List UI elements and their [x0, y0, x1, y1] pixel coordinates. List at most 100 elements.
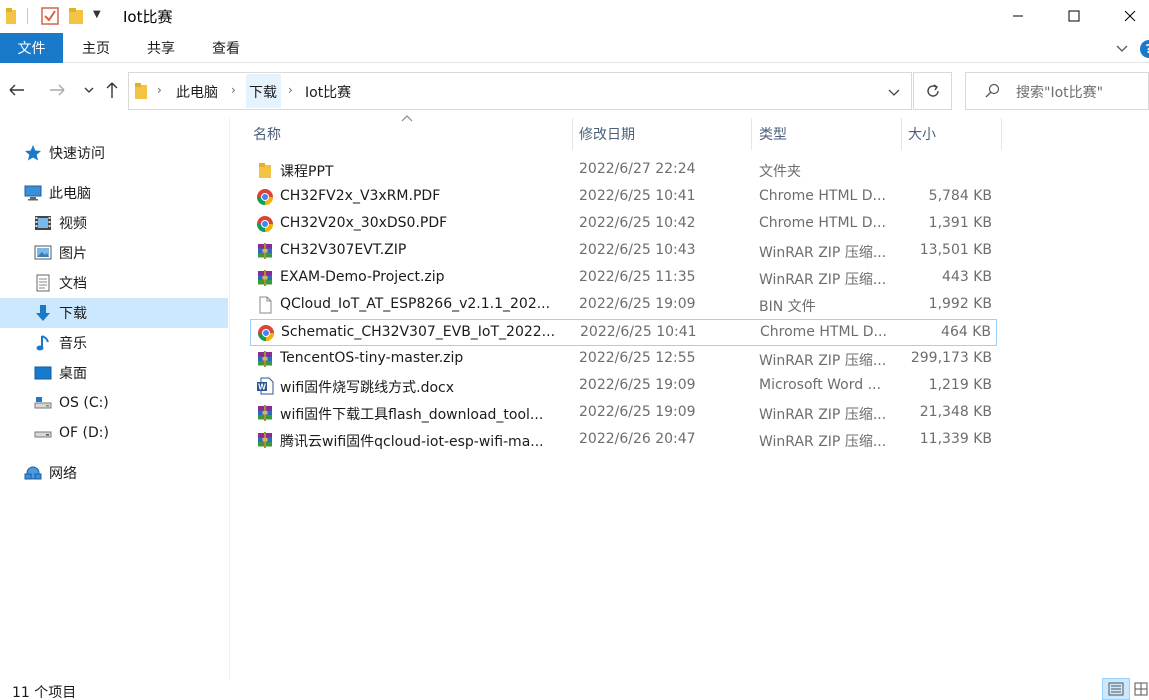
file-row[interactable]: Wwifi固件烧写跳线方式.docx 2022/6/25 19:09 Microso…: [250, 373, 997, 400]
large-icons-view-button[interactable]: [1132, 678, 1149, 700]
address-bar[interactable]: › 此电脑 › 下载 › Iot比赛: [128, 72, 912, 110]
large-icons-view-icon: [1134, 682, 1147, 696]
file-row[interactable]: CH32V20x_30xDS0.PDF 2022/6/25 10:42 Chrome…: [250, 211, 997, 238]
breadcrumb-separator-icon[interactable]: ›: [231, 83, 236, 97]
file-row[interactable]: CH32V307EVT.ZIP 2022/6/25 10:43 WinRAR ZIP…: [250, 238, 997, 265]
breadcrumb-downloads[interactable]: 下载: [249, 82, 277, 102]
sidebar-item-music[interactable]: 音乐: [0, 328, 228, 358]
download-arrow-icon: [34, 304, 52, 322]
file-type: WinRAR ZIP 压缩...: [759, 434, 887, 450]
sidebar-item-videos[interactable]: 视频: [0, 208, 228, 238]
file-size: 11,339 KB: [919, 431, 992, 447]
file-name: EXAM-Demo-Project.zip: [280, 269, 445, 285]
file-modified-date: 2022/6/25 10:41: [580, 324, 697, 340]
column-divider[interactable]: [751, 118, 752, 150]
sidebar-item-label: 网络: [49, 466, 77, 482]
help-icon[interactable]: ?: [1140, 40, 1149, 58]
quick-access-separator: [27, 8, 28, 24]
file-modified-date: 2022/6/25 10:43: [579, 242, 696, 258]
file-name: wifi固件下载工具flash_download_tool...: [280, 407, 544, 423]
column-divider[interactable]: [572, 118, 573, 150]
search-icon: [985, 83, 1000, 98]
recent-locations-button[interactable]: [78, 78, 100, 102]
tab-view[interactable]: 查看: [196, 33, 256, 63]
file-row[interactable]: 课程PPT 2022/6/27 22:24 文件夹: [250, 157, 997, 184]
maximize-button[interactable]: [1051, 0, 1097, 32]
file-row[interactable]: 腾讯云wifi固件qcloud-iot-esp-wifi-ma... 2022/6…: [250, 427, 997, 454]
column-header-name[interactable]: 名称: [253, 118, 573, 150]
file-size: 1,391 KB: [928, 215, 992, 231]
drive-icon: [34, 394, 52, 412]
new-folder-icon[interactable]: [68, 7, 84, 25]
sidebar-item-documents[interactable]: 文档: [0, 268, 228, 298]
winrar-icon: [256, 269, 274, 287]
folder-icon[interactable]: [6, 7, 16, 25]
file-name: wifi固件烧写跳线方式.docx: [280, 380, 455, 396]
tab-share[interactable]: 共享: [131, 33, 191, 63]
forward-button[interactable]: [46, 78, 68, 102]
file-modified-date: 2022/6/25 12:55: [579, 350, 696, 366]
sidebar-item-downloads[interactable]: 下载: [0, 298, 228, 328]
file-name: 腾讯云wifi固件qcloud-iot-esp-wifi-ma...: [280, 434, 544, 450]
breadcrumb-separator-icon[interactable]: ›: [157, 83, 162, 97]
sidebar-item-this-pc[interactable]: 此电脑: [0, 178, 228, 208]
file-row[interactable]: wifi固件下载工具flash_download_tool... 2022/6/2…: [250, 400, 997, 427]
file-row[interactable]: QCloud_IoT_AT_ESP8266_v2.1.1_202... 2022/…: [250, 292, 997, 319]
column-header-size[interactable]: 大小: [908, 118, 998, 150]
column-header-type[interactable]: 类型: [759, 118, 899, 150]
column-divider[interactable]: [901, 118, 902, 150]
file-name: CH32V20x_30xDS0.PDF: [280, 215, 448, 231]
network-icon: [24, 464, 42, 482]
sidebar-item-network[interactable]: 网络: [0, 458, 228, 488]
file-row[interactable]: Schematic_CH32V307_EVB_IoT_2022... 2022/6…: [250, 319, 997, 346]
sidebar-item-drive-d[interactable]: OF (D:): [0, 418, 228, 448]
close-icon: [1124, 10, 1136, 22]
sidebar-item-quick-access[interactable]: 快速访问: [0, 138, 228, 168]
breadcrumb-iot[interactable]: Iot比赛: [305, 82, 351, 102]
item-count: 11 个项目: [12, 685, 77, 700]
winrar-icon: [256, 404, 274, 422]
tab-file[interactable]: 文件: [0, 33, 63, 63]
sidebar-item-pictures[interactable]: 图片: [0, 238, 228, 268]
refresh-button[interactable]: [913, 72, 952, 110]
file-type: Microsoft Word ...: [759, 377, 881, 393]
documents-folder-icon: [34, 274, 52, 292]
sidebar-item-drive-c[interactable]: OS (C:): [0, 388, 228, 418]
file-size: 21,348 KB: [919, 404, 992, 420]
breadcrumb-separator-icon[interactable]: ›: [288, 83, 293, 97]
drive-icon: [34, 424, 52, 442]
column-header-date[interactable]: 修改日期: [579, 118, 749, 150]
expand-ribbon-chevron-icon[interactable]: [1115, 41, 1129, 55]
winrar-icon: [256, 431, 274, 449]
details-view-button[interactable]: [1102, 678, 1130, 700]
minimize-icon: [1013, 15, 1023, 17]
breadcrumb-this-pc[interactable]: 此电脑: [176, 82, 218, 102]
file-row[interactable]: CH32FV2x_V3xRM.PDF 2022/6/25 10:41 Chrome …: [250, 184, 997, 211]
file-size: 5,784 KB: [928, 188, 992, 204]
folder-icon: [256, 161, 274, 179]
search-box[interactable]: 搜索"Iot比赛": [965, 72, 1149, 110]
address-history-chevron-icon[interactable]: [887, 85, 901, 99]
up-button[interactable]: [101, 78, 123, 102]
file-row[interactable]: EXAM-Demo-Project.zip 2022/6/25 11:35 WinR…: [250, 265, 997, 292]
file-size: 443 KB: [942, 269, 992, 285]
file-modified-date: 2022/6/25 10:42: [579, 215, 696, 231]
back-button[interactable]: [6, 78, 28, 102]
word-icon: W: [256, 377, 274, 395]
tab-home[interactable]: 主页: [66, 33, 126, 63]
pictures-folder-icon: [34, 244, 52, 262]
file-type: WinRAR ZIP 压缩...: [759, 272, 887, 288]
sidebar-item-desktop[interactable]: 桌面: [0, 358, 228, 388]
file-type: Chrome HTML D...: [760, 324, 887, 340]
window-title: Iot比赛: [123, 8, 173, 26]
file-type: Chrome HTML D...: [759, 188, 886, 204]
file-modified-date: 2022/6/25 11:35: [579, 269, 696, 285]
customize-quick-access-icon[interactable]: ▼: [93, 9, 101, 20]
file-row[interactable]: TencentOS-tiny-master.zip 2022/6/25 12:55…: [250, 346, 997, 373]
close-button[interactable]: [1107, 0, 1149, 32]
properties-check-icon[interactable]: [41, 7, 59, 25]
minimize-button[interactable]: [995, 0, 1041, 32]
sidebar-item-label: OS (C:): [59, 395, 109, 411]
column-divider[interactable]: [1001, 118, 1002, 150]
file-name: TencentOS-tiny-master.zip: [280, 350, 464, 366]
